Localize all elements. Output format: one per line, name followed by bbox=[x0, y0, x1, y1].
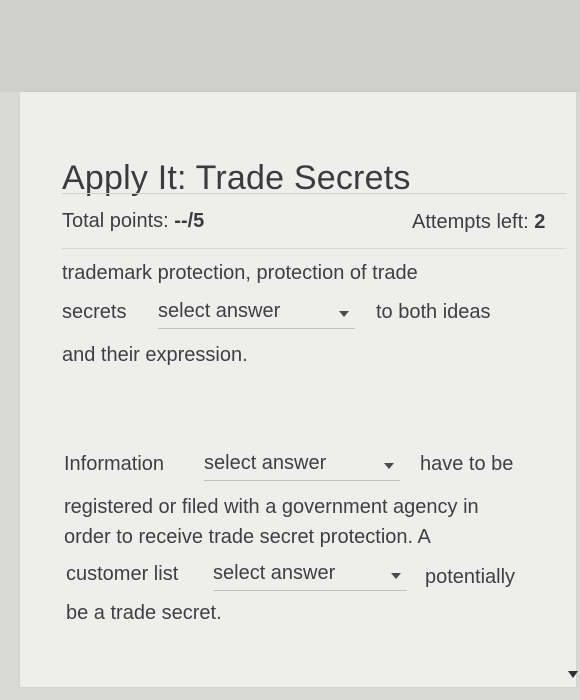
q2-line3: order to receive trade secret protection… bbox=[64, 526, 431, 548]
q1-suffix: to both ideas bbox=[376, 301, 491, 323]
q2-suffix2: potentially bbox=[425, 566, 516, 588]
attempts-left-label: Attempts left: bbox=[412, 211, 529, 233]
q2-line5: be a trade secret. bbox=[66, 602, 222, 624]
chevron-down-icon bbox=[384, 463, 394, 469]
q2-prefix2: customer list bbox=[66, 563, 179, 585]
total-points-label: Total points: bbox=[62, 210, 169, 232]
q1-prefix: secrets bbox=[62, 301, 127, 323]
q2-answer-dropdown-1[interactable]: select answer bbox=[204, 452, 400, 481]
background-strip bbox=[0, 0, 580, 92]
chevron-down-icon bbox=[391, 573, 401, 579]
q2-line2: registered or filed with a government ag… bbox=[64, 496, 479, 518]
q2-prefix: Information bbox=[64, 453, 165, 475]
attempts-left: Attempts left: 2 bbox=[412, 211, 545, 234]
total-points-value: --/5 bbox=[174, 210, 205, 232]
q2-suffix1: have to be bbox=[420, 453, 514, 475]
scroll-down-arrow-icon[interactable] bbox=[568, 671, 578, 678]
score-divider bbox=[62, 248, 567, 249]
q1-line1: trademark protection, protection of trad… bbox=[62, 262, 418, 284]
q1-dropdown-text: select answer bbox=[158, 300, 281, 322]
q2-dropdown2-text: select answer bbox=[213, 562, 336, 584]
q1-answer-dropdown[interactable]: select answer bbox=[158, 300, 355, 329]
q2-answer-dropdown-2[interactable]: select answer bbox=[213, 562, 407, 591]
total-points: Total points: --/5 bbox=[62, 210, 204, 233]
page-title: Apply It: Trade Secrets bbox=[62, 158, 411, 197]
title-divider bbox=[62, 193, 567, 194]
attempts-left-value: 2 bbox=[534, 211, 546, 233]
q1-line3: and their expression. bbox=[62, 344, 248, 366]
q2-dropdown1-text: select answer bbox=[204, 452, 327, 474]
chevron-down-icon bbox=[339, 311, 349, 317]
